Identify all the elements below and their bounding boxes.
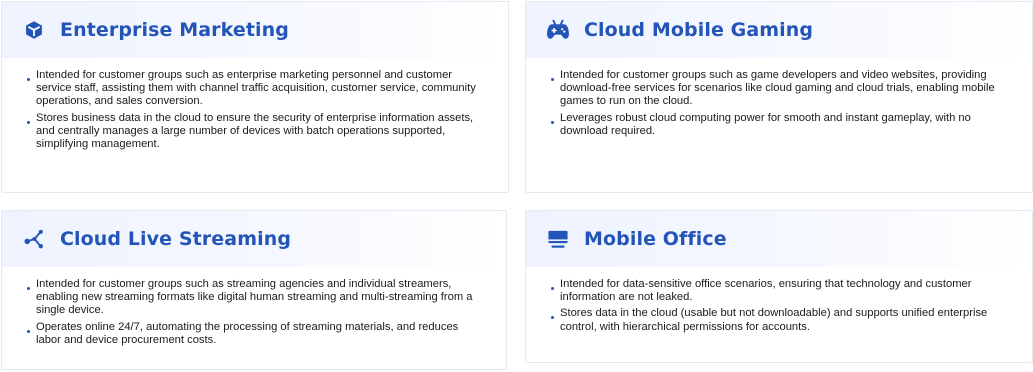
card-title: Cloud Live Streaming [60, 228, 292, 250]
bullet-text: Stores business data in the cloud to ens… [36, 111, 474, 151]
bullet-dot-icon [551, 287, 554, 290]
card-enterprise-marketing: Enterprise Marketing Intended for custom… [1, 1, 509, 193]
bullet-text: Leverages robust cloud computing power f… [560, 111, 971, 137]
bullet-dot-icon [27, 120, 30, 124]
bullet-dot-icon [551, 120, 554, 124]
cube-icon [22, 18, 46, 42]
card-header: Enterprise Marketing [2, 2, 508, 58]
card-mobile-office: Mobile Office Intended for data-sensitiv… [525, 210, 1033, 363]
bullet-item: Stores data in the cloud (usable but not… [551, 307, 1002, 333]
bullet-list: Intended for customer groups such as gam… [526, 58, 1032, 138]
bullet-text: Operates online 24/7, automating the pro… [36, 320, 459, 346]
bullet-item: Intended for customer groups such as str… [27, 278, 476, 318]
card-header: Mobile Office [526, 211, 1032, 267]
card-title: Enterprise Marketing [60, 19, 289, 41]
share-nodes-icon [22, 227, 46, 251]
bullet-list: Intended for data-sensitive office scena… [526, 267, 1032, 334]
bullet-item: Stores business data in the cloud to ens… [27, 111, 478, 152]
card-cloud-live-streaming: Cloud Live Streaming Intended for custom… [1, 210, 507, 370]
bullet-dot-icon [27, 78, 30, 81]
card-title: Mobile Office [584, 228, 727, 250]
bullet-list: Intended for customer groups such as ent… [2, 58, 508, 151]
bullet-text: Intended for customer groups such as ent… [36, 69, 476, 108]
bullet-text: Intended for customer groups such as gam… [560, 69, 995, 108]
bullet-item: Intended for customer groups such as gam… [551, 69, 1002, 109]
bullet-list: Intended for customer groups such as str… [2, 267, 506, 347]
monitor-icon [546, 227, 570, 251]
bullet-item: Intended for data-sensitive office scena… [551, 278, 1002, 304]
bullet-text: Intended for data-sensitive office scena… [560, 278, 972, 304]
card-header: Cloud Mobile Gaming [526, 2, 1032, 58]
bullet-item: Leverages robust cloud computing power f… [551, 111, 1002, 138]
bullet-dot-icon [551, 316, 554, 320]
card-header: Cloud Live Streaming [2, 211, 506, 267]
card-title: Cloud Mobile Gaming [584, 19, 814, 41]
bullet-dot-icon [27, 287, 30, 290]
bullet-item: Intended for customer groups such as ent… [27, 69, 478, 109]
bullet-text: Stores data in the cloud (usable but not… [560, 307, 988, 333]
bullet-dot-icon [27, 329, 30, 333]
gamepad-icon [546, 18, 570, 42]
card-cloud-mobile-gaming: Cloud Mobile Gaming Intended for custome… [525, 1, 1033, 193]
bullet-dot-icon [551, 78, 554, 81]
bullet-text: Intended for customer groups such as str… [36, 278, 473, 317]
bullet-item: Operates online 24/7, automating the pro… [27, 320, 476, 347]
